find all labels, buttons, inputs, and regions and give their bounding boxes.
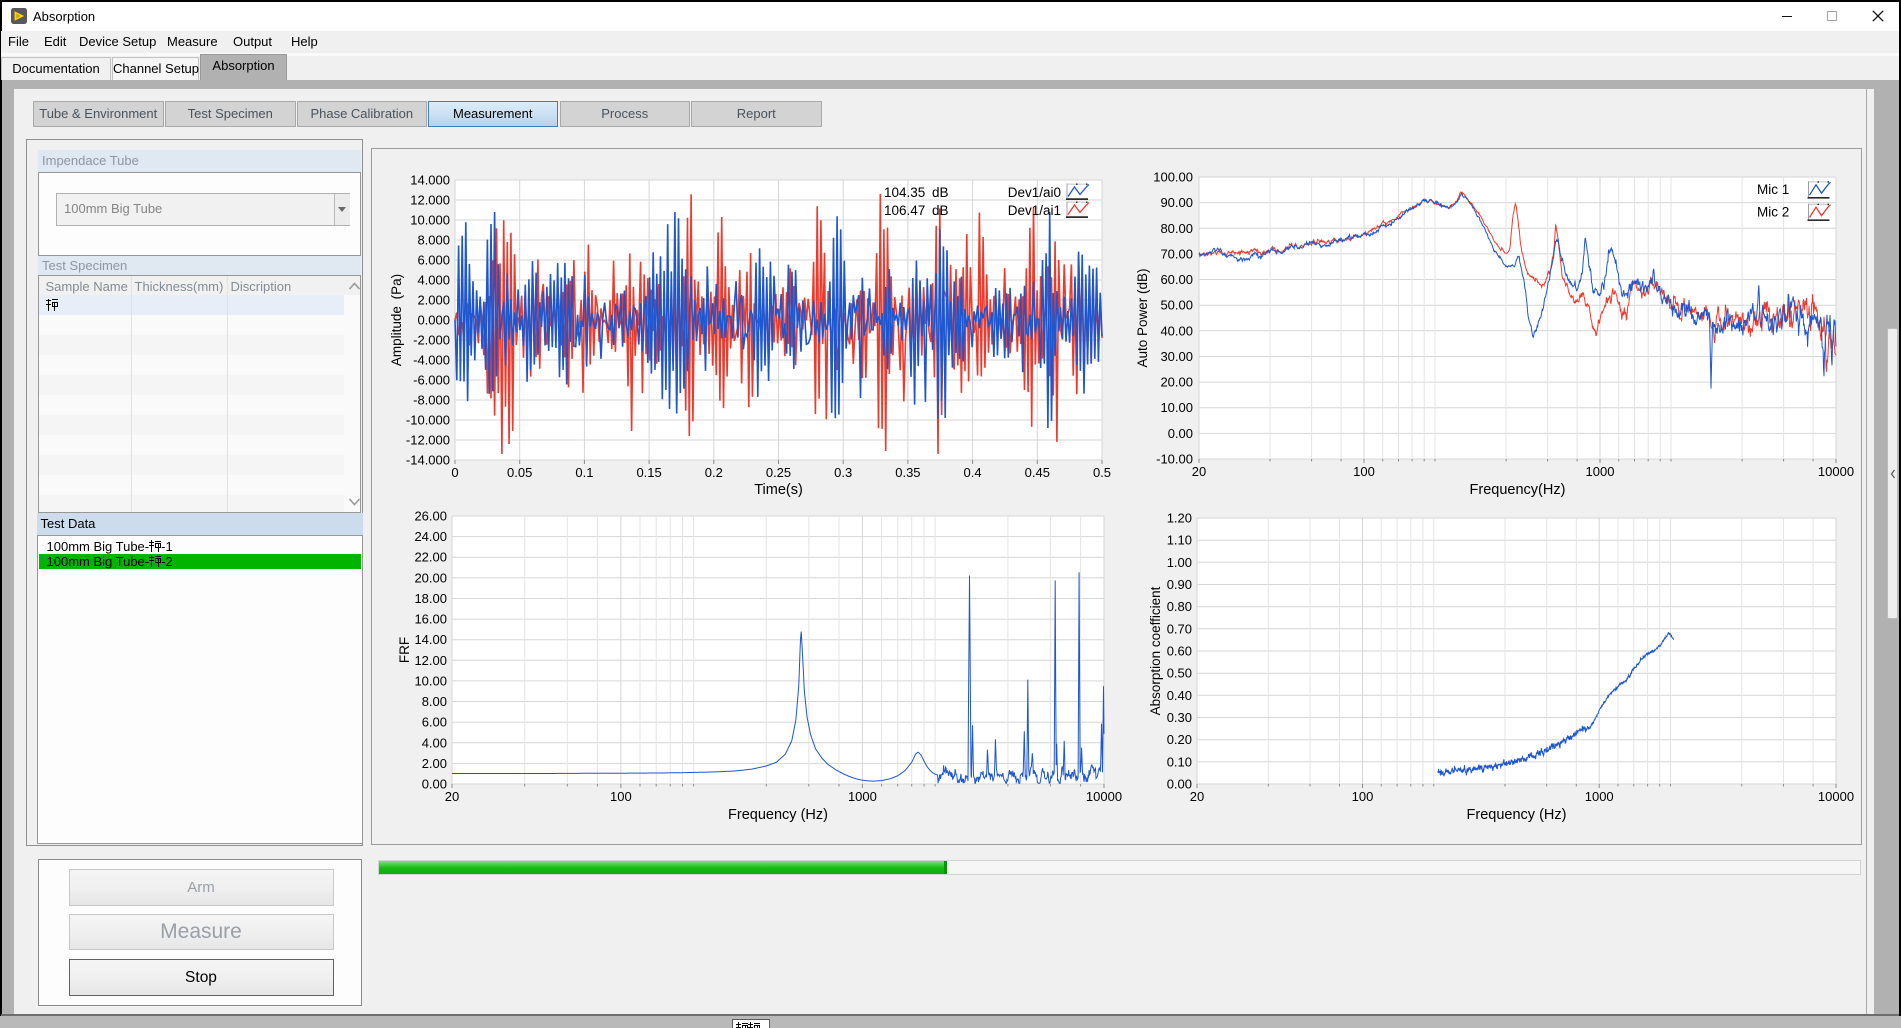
svg-text:0.60: 0.60 <box>1167 644 1192 659</box>
svg-text:0.5: 0.5 <box>1093 465 1111 480</box>
svg-text:Absorption coefficient: Absorption coefficient <box>1148 586 1163 715</box>
svg-text:Frequency(Hz): Frequency(Hz) <box>1470 482 1566 498</box>
svg-text:0.1: 0.1 <box>575 465 593 480</box>
svg-text:Mic 1: Mic 1 <box>1757 182 1789 197</box>
svg-text:6.00: 6.00 <box>422 715 447 730</box>
svg-text:Time(s): Time(s) <box>754 482 803 498</box>
svg-text:0.00: 0.00 <box>1168 426 1193 441</box>
svg-text:100: 100 <box>1353 464 1375 479</box>
svg-text:14.000: 14.000 <box>410 173 450 188</box>
svg-text:2.000: 2.000 <box>417 293 450 308</box>
svg-text:0.00: 0.00 <box>1167 777 1192 792</box>
svg-text:1000: 1000 <box>1585 789 1614 804</box>
svg-text:1.00: 1.00 <box>1167 555 1192 570</box>
svg-text:50.00: 50.00 <box>1160 298 1193 313</box>
svg-text:104.35 dB: 104.35 dB <box>884 185 949 200</box>
svg-text:20.00: 20.00 <box>414 570 447 585</box>
svg-text:16.00: 16.00 <box>414 612 447 627</box>
svg-text:100.00: 100.00 <box>1153 170 1193 185</box>
svg-text:0.10: 0.10 <box>1167 754 1192 769</box>
svg-text:2.00: 2.00 <box>422 756 447 771</box>
svg-text:1000: 1000 <box>1586 464 1615 479</box>
svg-text:20: 20 <box>445 789 459 804</box>
svg-text:26.00: 26.00 <box>414 509 447 524</box>
svg-text:0.90: 0.90 <box>1167 577 1192 592</box>
svg-text:1000: 1000 <box>848 789 877 804</box>
svg-text:0: 0 <box>451 465 458 480</box>
svg-text:8.00: 8.00 <box>422 694 447 709</box>
svg-text:-10.00: -10.00 <box>1156 452 1193 467</box>
svg-text:1.10: 1.10 <box>1167 533 1192 548</box>
svg-text:FRF: FRF <box>397 637 412 663</box>
svg-text:20.00: 20.00 <box>1160 375 1193 390</box>
svg-text:-10.000: -10.000 <box>406 413 450 428</box>
svg-text:20: 20 <box>1190 789 1204 804</box>
svg-text:0.25: 0.25 <box>766 465 791 480</box>
svg-text:0.20: 0.20 <box>1167 732 1192 747</box>
svg-text:Amplitude (Pa): Amplitude (Pa) <box>389 274 404 366</box>
svg-text:24.00: 24.00 <box>414 529 447 544</box>
svg-text:0.05: 0.05 <box>507 465 532 480</box>
svg-text:70.00: 70.00 <box>1160 246 1193 261</box>
svg-text:0.00: 0.00 <box>422 777 447 792</box>
svg-text:0.50: 0.50 <box>1167 666 1192 681</box>
svg-text:30.00: 30.00 <box>1160 349 1193 364</box>
svg-text:14.00: 14.00 <box>414 632 447 647</box>
svg-text:0.30: 0.30 <box>1167 710 1192 725</box>
svg-text:-6.000: -6.000 <box>413 373 450 388</box>
svg-text:6.000: 6.000 <box>417 253 450 268</box>
svg-text:20: 20 <box>1192 464 1206 479</box>
svg-text:12.00: 12.00 <box>414 653 447 668</box>
svg-text:Dev1/ai1: Dev1/ai1 <box>1008 203 1061 218</box>
svg-text:10000: 10000 <box>1086 789 1122 804</box>
svg-text:10000: 10000 <box>1818 464 1854 479</box>
svg-text:0.80: 0.80 <box>1167 599 1192 614</box>
svg-text:0.2: 0.2 <box>705 465 723 480</box>
svg-text:10.00: 10.00 <box>414 673 447 688</box>
svg-text:0.4: 0.4 <box>964 465 982 480</box>
svg-text:1.20: 1.20 <box>1167 511 1192 526</box>
svg-text:22.00: 22.00 <box>414 550 447 565</box>
svg-text:0.000: 0.000 <box>417 313 450 328</box>
svg-text:0.45: 0.45 <box>1025 465 1050 480</box>
svg-text:0.70: 0.70 <box>1167 621 1192 636</box>
svg-text:10.00: 10.00 <box>1160 400 1193 415</box>
svg-text:-8.000: -8.000 <box>413 393 450 408</box>
svg-text:0.15: 0.15 <box>636 465 661 480</box>
svg-text:40.00: 40.00 <box>1160 323 1193 338</box>
svg-text:8.000: 8.000 <box>417 233 450 248</box>
svg-text:-14.000: -14.000 <box>406 453 450 468</box>
svg-text:Mic 2: Mic 2 <box>1757 205 1789 220</box>
svg-text:60.00: 60.00 <box>1160 272 1193 287</box>
svg-text:12.000: 12.000 <box>410 193 450 208</box>
svg-text:0.40: 0.40 <box>1167 688 1192 703</box>
svg-text:0.3: 0.3 <box>834 465 852 480</box>
svg-text:-12.000: -12.000 <box>406 433 450 448</box>
svg-text:90.00: 90.00 <box>1160 195 1193 210</box>
svg-text:10.000: 10.000 <box>410 213 450 228</box>
svg-text:4.000: 4.000 <box>417 273 450 288</box>
svg-text:10000: 10000 <box>1818 789 1854 804</box>
svg-text:Auto Power (dB): Auto Power (dB) <box>1135 268 1150 367</box>
svg-text:-2.000: -2.000 <box>413 333 450 348</box>
svg-text:4.00: 4.00 <box>422 735 447 750</box>
svg-text:0.35: 0.35 <box>895 465 920 480</box>
svg-text:80.00: 80.00 <box>1160 221 1193 236</box>
svg-text:Dev1/ai0: Dev1/ai0 <box>1008 185 1061 200</box>
svg-text:100: 100 <box>610 789 632 804</box>
svg-text:100: 100 <box>1352 789 1374 804</box>
svg-text:106.47 dB: 106.47 dB <box>884 203 949 218</box>
svg-text:18.00: 18.00 <box>414 591 447 606</box>
svg-text:Frequency (Hz): Frequency (Hz) <box>1467 807 1567 823</box>
svg-text:-4.000: -4.000 <box>413 353 450 368</box>
svg-text:Frequency (Hz): Frequency (Hz) <box>728 807 828 823</box>
